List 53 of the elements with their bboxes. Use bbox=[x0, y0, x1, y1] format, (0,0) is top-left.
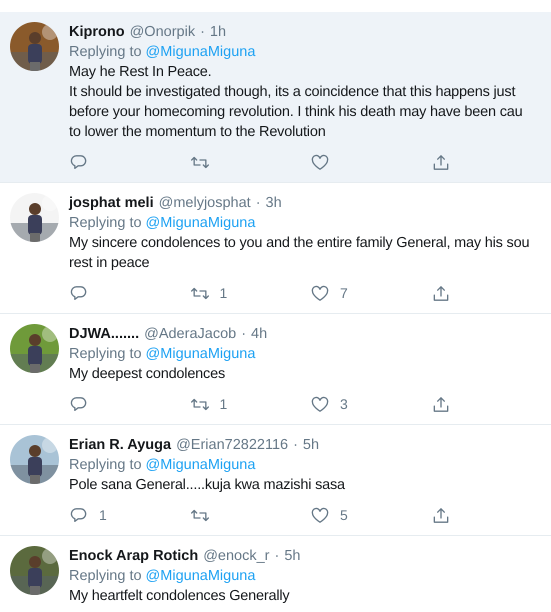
user-name[interactable]: DJWA....... bbox=[69, 324, 140, 344]
replying-label: Replying to bbox=[69, 456, 142, 475]
timestamp[interactable]: 4h bbox=[251, 324, 268, 344]
count: 3 bbox=[340, 395, 348, 414]
user-handle[interactable]: @enock_r bbox=[203, 546, 270, 566]
user-name[interactable]: Erian R. Ayuga bbox=[69, 435, 172, 455]
replying-label: Replying to bbox=[69, 214, 142, 233]
replying-label: Replying to bbox=[69, 43, 142, 62]
user-handle[interactable]: @Onorpik bbox=[130, 22, 196, 42]
user-name[interactable]: Enock Arap Rotich bbox=[69, 546, 198, 566]
replying-label: Replying to bbox=[69, 345, 142, 364]
mention-link[interactable]: @MigunaMiguna bbox=[146, 344, 256, 364]
share-icon[interactable] bbox=[430, 394, 450, 414]
replying-label: Replying to bbox=[69, 567, 142, 586]
separator-dot: · bbox=[293, 436, 298, 455]
heart-icon[interactable] bbox=[310, 394, 330, 414]
count: 7 bbox=[340, 284, 348, 303]
heart-icon[interactable] bbox=[310, 152, 330, 172]
mention-link[interactable]: @MigunaMiguna bbox=[146, 566, 256, 586]
heart-icon[interactable] bbox=[310, 506, 330, 524]
timestamp[interactable]: 5h bbox=[284, 546, 300, 566]
reply-icon[interactable] bbox=[69, 284, 89, 302]
mention-link[interactable]: @MigunaMiguna bbox=[146, 42, 256, 62]
user-name[interactable]: Kiprono bbox=[69, 22, 125, 42]
share-icon[interactable] bbox=[430, 506, 450, 524]
timestamp[interactable]: 5h bbox=[302, 435, 320, 455]
mention-link[interactable]: @MigunaMiguna bbox=[146, 213, 256, 233]
reply-icon[interactable] bbox=[69, 394, 89, 414]
share-icon[interactable] bbox=[430, 284, 450, 302]
tweet-text: My deepest condolences bbox=[69, 365, 226, 384]
count: 1 bbox=[99, 506, 107, 525]
separator-dot: · bbox=[274, 547, 280, 566]
count: 5 bbox=[340, 506, 348, 525]
tweet-text: Pole sana General.....kuja kwa mazishi sasa bbox=[69, 476, 346, 495]
user-name[interactable]: josphat meli bbox=[69, 193, 154, 213]
reply-icon[interactable] bbox=[69, 152, 89, 172]
count: 1 bbox=[220, 284, 228, 303]
separator-dot: · bbox=[200, 23, 205, 42]
tweet-text: May he Rest In Peace. It should be investigated though, its a coincidence that this happens just before your homecoming revolution. I think his death may have been cau to lower the momentum to the Revolution bbox=[69, 63, 524, 142]
user-handle[interactable]: @AderaJacob bbox=[144, 324, 236, 344]
tweet-text: My sincere condolences to you and the entire family General, may his sou rest in peace bbox=[69, 234, 530, 273]
separator-dot: · bbox=[241, 325, 246, 344]
user-handle[interactable]: @Erian72822116 bbox=[176, 435, 288, 455]
timestamp[interactable]: 1h bbox=[210, 22, 226, 42]
count: 1 bbox=[220, 395, 228, 414]
share-icon[interactable] bbox=[430, 152, 450, 172]
heart-icon[interactable] bbox=[310, 284, 330, 302]
reply-icon[interactable] bbox=[69, 506, 89, 524]
tweet-text: My heartfelt condolences Generally bbox=[69, 587, 290, 606]
mention-link[interactable]: @MigunaMiguna bbox=[146, 455, 256, 475]
timestamp[interactable]: 3h bbox=[266, 193, 282, 213]
user-handle[interactable]: @melyjosphat bbox=[158, 193, 251, 213]
separator-dot: · bbox=[256, 194, 261, 213]
